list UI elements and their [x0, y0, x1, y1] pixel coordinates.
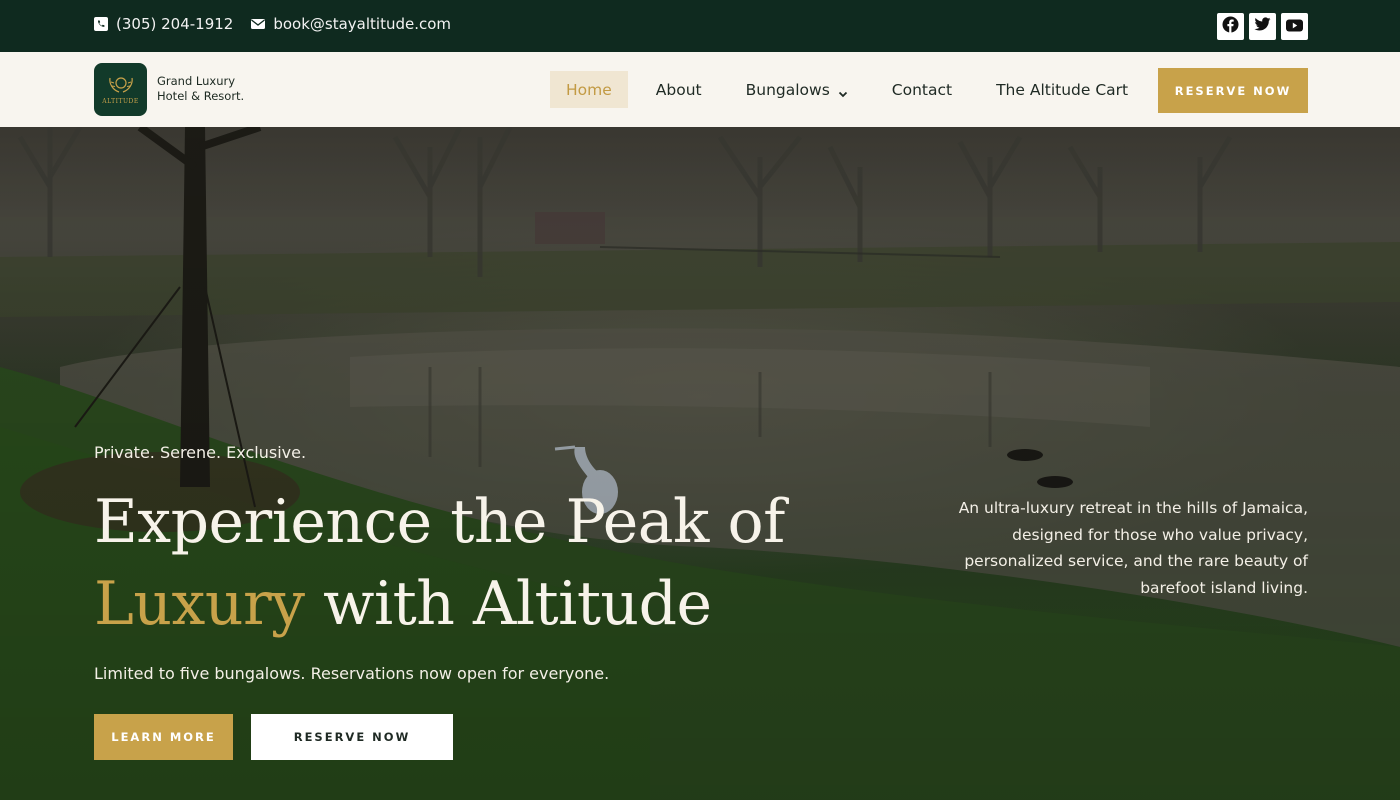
logo[interactable]: ALTITUDE: [94, 63, 147, 116]
brand-name: Grand Luxury Hotel & Resort.: [157, 74, 244, 104]
twitter-icon: [1254, 17, 1271, 36]
nav-label: Home: [566, 80, 612, 99]
social-links: [1217, 13, 1308, 40]
hero-overlay: [0, 127, 1400, 800]
nav-label: Bungalows: [745, 80, 830, 99]
nav-item-home[interactable]: Home: [550, 71, 628, 108]
youtube-icon: [1286, 17, 1303, 36]
phone-icon: [94, 17, 108, 31]
header-reserve-button[interactable]: RESERVE NOW: [1158, 68, 1308, 113]
nav-item-bungalows[interactable]: Bungalows: [730, 71, 864, 108]
headline-part-2: with Altitude: [304, 569, 712, 639]
phone-link[interactable]: (305) 204-1912: [94, 15, 233, 33]
top-contact-bar: (305) 204-1912 book@stayaltitude.com: [0, 0, 1400, 52]
laurel-crest-icon: [108, 77, 133, 93]
facebook-button[interactable]: [1217, 13, 1244, 40]
main-nav: Home About Bungalows Contact The Altitud…: [550, 71, 1156, 108]
hero-reserve-button[interactable]: RESERVE NOW: [251, 714, 453, 760]
hero-section: Private. Serene. Exclusive. Experience t…: [0, 127, 1400, 800]
hero-tagline: Private. Serene. Exclusive.: [94, 443, 307, 462]
learn-more-button[interactable]: LEARN MORE: [94, 714, 233, 760]
phone-number: (305) 204-1912: [116, 15, 234, 33]
email-link[interactable]: book@stayaltitude.com: [251, 15, 451, 33]
headline-part-1: Experience the Peak of: [94, 487, 785, 557]
envelope-icon: [251, 17, 266, 31]
nav-label: Contact: [891, 80, 953, 99]
email-address: book@stayaltitude.com: [273, 15, 452, 33]
facebook-icon: [1222, 16, 1239, 37]
hero-subtext: Limited to five bungalows. Reservations …: [94, 664, 610, 683]
nav-item-about[interactable]: About: [640, 71, 718, 108]
chevron-down-icon: [838, 85, 848, 97]
contact-info: (305) 204-1912 book@stayaltitude.com: [94, 15, 469, 33]
nav-item-altitude-cart[interactable]: The Altitude Cart: [980, 71, 1144, 108]
headline-gold-word: Luxury: [94, 569, 305, 639]
nav-label: About: [655, 80, 702, 99]
nav-label: The Altitude Cart: [996, 80, 1129, 99]
site-header: ALTITUDE Grand Luxury Hotel & Resort. Ho…: [0, 52, 1400, 127]
youtube-button[interactable]: [1281, 13, 1308, 40]
hero-description: An ultra-luxury retreat in the hills of …: [958, 499, 1308, 597]
brand-line-2: Hotel & Resort.: [157, 89, 245, 103]
brand-line-1: Grand Luxury: [157, 74, 236, 88]
hero-headline: Experience the Peak of Luxury with Altit…: [94, 481, 854, 645]
logo-text: ALTITUDE: [102, 98, 139, 105]
nav-item-contact[interactable]: Contact: [876, 71, 968, 108]
twitter-button[interactable]: [1249, 13, 1276, 40]
